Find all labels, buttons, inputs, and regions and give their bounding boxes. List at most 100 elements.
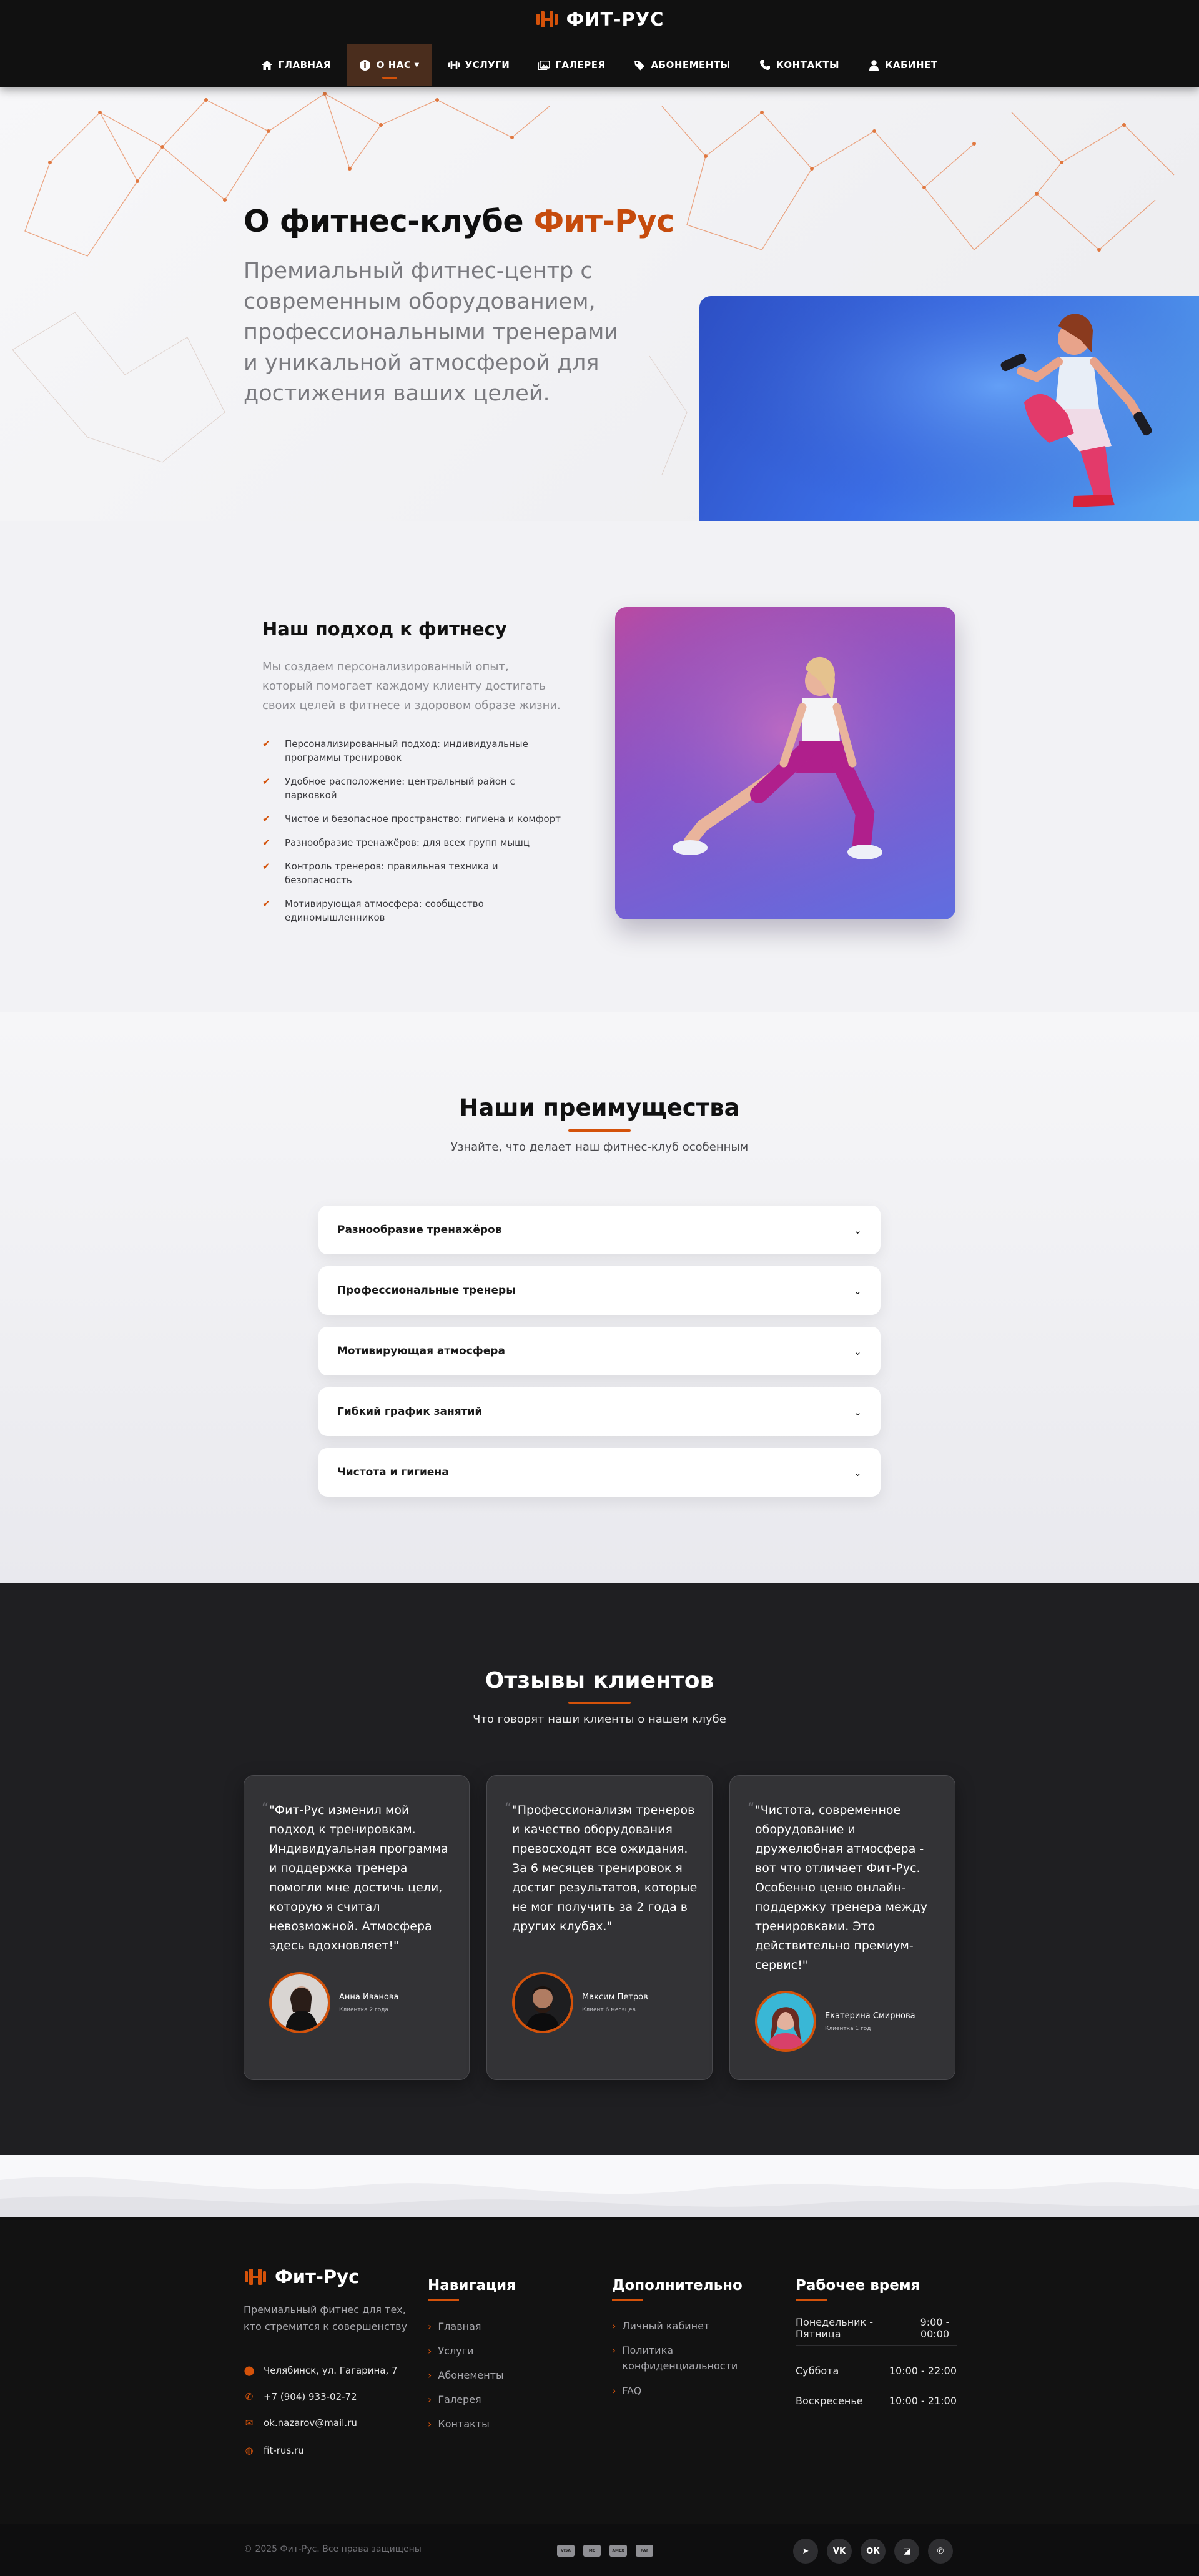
site-header: ФИТ-РУС ГЛАВНАЯ О НАС ▼ УСЛУГИ ГАЛЕРЕЯ А… xyxy=(0,0,1199,87)
home-icon xyxy=(262,59,273,71)
nav-item-contacts[interactable]: КОНТАКТЫ xyxy=(747,44,852,86)
footer-extra-title: Дополнительно xyxy=(612,2277,743,2294)
hours-row: Суббота 10:00 - 22:00 xyxy=(796,2365,957,2382)
title-underline xyxy=(568,1702,631,1704)
nav-item-about[interactable]: О НАС ▼ xyxy=(347,44,432,86)
contact-email[interactable]: ✉ ok.nazarov@mail.ru xyxy=(244,2417,357,2429)
review-text: "Фит-Рус изменил мой подход к тренировка… xyxy=(269,1803,448,1953)
nav-item-cabinet[interactable]: КАБИНЕТ xyxy=(856,44,950,86)
nav-item-gallery[interactable]: ГАЛЕРЕЯ xyxy=(526,44,618,86)
tag-icon xyxy=(634,59,646,71)
review-author: Анна Иванова Клиентка 2 года xyxy=(269,1972,398,2033)
page-title: О фитнес-клубе Фит-Рус xyxy=(244,204,674,239)
accordion-item[interactable]: Гибкий график занятий ⌄ xyxy=(318,1387,881,1436)
quote-icon: “ xyxy=(262,1801,269,1816)
avatar xyxy=(269,1972,330,2033)
about-hero: О фитнес-клубе Фит-Рус Премиальный фитне… xyxy=(0,87,1199,521)
review-author-name: Максим Петров xyxy=(582,1992,648,2002)
avatar xyxy=(755,1991,816,2052)
brand-accent-text: Фит-Рус xyxy=(533,204,675,239)
visa-icon: VISA xyxy=(557,2545,575,2557)
wave-divider xyxy=(0,2155,1199,2217)
list-item: ✔ Удобное расположение: центральный район… xyxy=(262,776,515,801)
nav-label: УСЛУГИ xyxy=(465,59,510,71)
list-item: ✔ Мотивирующая атмосфера: сообщество един… xyxy=(262,898,484,923)
chevron-down-icon: ⌄ xyxy=(853,1345,862,1357)
list-item: ✔ Разнообразие тренажёров: для всех групп… xyxy=(262,837,530,848)
chevron-right-icon: › xyxy=(612,2385,616,2397)
gallery-icon xyxy=(538,59,550,71)
footer-link-cabinet[interactable]: › Личный кабинет xyxy=(612,2318,709,2334)
approach-description: Мы создаем персонализированный опыт, кот… xyxy=(262,660,561,712)
amex-icon: AMEX xyxy=(609,2545,627,2557)
twitch-icon[interactable]: ◪ xyxy=(894,2539,919,2564)
caret-down-icon: ▼ xyxy=(414,61,420,69)
mail-icon: ✉ xyxy=(245,2417,254,2429)
nav-label: КОНТАКТЫ xyxy=(776,59,840,71)
footer-link-memberships[interactable]: › Абонементы xyxy=(428,2367,504,2383)
title-underline xyxy=(428,2299,459,2301)
accordion-item[interactable]: Разнообразие тренажёров ⌄ xyxy=(318,1206,881,1254)
review-author-meta: Клиентка 1 год xyxy=(825,2025,871,2032)
ok-icon[interactable]: ОК xyxy=(861,2539,886,2564)
chevron-right-icon: › xyxy=(428,2321,432,2332)
dumbbell-logo-icon xyxy=(536,11,558,27)
accordion-item[interactable]: Мотивирующая атмосфера ⌄ xyxy=(318,1327,881,1375)
site-logo[interactable]: ФИТ-РУС xyxy=(0,9,1199,30)
dumbbell-logo-icon xyxy=(245,2269,266,2285)
hours-row: Воскресенье 10:00 - 21:00 xyxy=(796,2395,957,2412)
nav-label: О НАС xyxy=(376,59,412,71)
telegram-icon[interactable]: ➤ xyxy=(793,2539,818,2564)
review-author-name: Екатерина Смирнова xyxy=(825,2011,915,2021)
list-item: ✔ Контроль тренеров: правильная техника и… xyxy=(262,861,498,886)
location-icon: ⬤ xyxy=(244,2365,255,2376)
footer-link-services[interactable]: › Услуги xyxy=(428,2343,473,2359)
reviews-title: Отзывы клиентов xyxy=(485,1668,714,1693)
review-author-meta: Клиент 6 месяцев xyxy=(582,2006,636,2013)
check-icon: ✔ xyxy=(262,861,270,872)
phone-icon xyxy=(759,59,771,71)
chevron-right-icon: › xyxy=(428,2345,432,2357)
chevron-right-icon: › xyxy=(612,2320,616,2332)
contact-address: ⬤ Челябинск, ул. Гагарина, 7 xyxy=(244,2365,398,2376)
hours-row: Понедельник - Пятница 9:00 - 00:00 xyxy=(796,2316,957,2346)
nav-item-services[interactable]: УСЛУГИ xyxy=(436,44,523,86)
nav-item-home[interactable]: ГЛАВНАЯ xyxy=(249,44,343,86)
accordion-item[interactable]: Профессиональные тренеры ⌄ xyxy=(318,1266,881,1315)
footer-logo[interactable]: Фит-Рус xyxy=(244,2266,359,2287)
contact-website[interactable]: ◍ fit-rus.ru xyxy=(244,2445,303,2456)
stretching-athlete-illustration xyxy=(615,607,955,919)
user-icon xyxy=(868,59,879,71)
review-card: “ "Фит-Рус изменил мой подход к трениров… xyxy=(244,1775,470,2080)
chevron-down-icon: ⌄ xyxy=(853,1466,862,1479)
review-author-name: Анна Иванова xyxy=(339,1992,399,2002)
footer-link-gallery[interactable]: › Галерея xyxy=(428,2392,481,2407)
contact-phone[interactable]: ✆ +7 (904) 933-02-72 xyxy=(244,2391,357,2402)
brand-name: ФИТ-РУС xyxy=(566,9,664,30)
footer-link-contacts[interactable]: › Контакты xyxy=(428,2416,490,2432)
check-icon: ✔ xyxy=(262,738,270,750)
approach-list: ✔ Персонализированный подход: индивидуаль… xyxy=(262,737,562,934)
quote-icon: “ xyxy=(505,1801,512,1816)
chevron-right-icon: › xyxy=(428,2369,432,2381)
chevron-down-icon: ⌄ xyxy=(853,1224,862,1236)
footer-link-faq[interactable]: › FAQ xyxy=(612,2383,641,2399)
chevron-down-icon: ⌄ xyxy=(853,1284,862,1297)
chevron-down-icon: ⌄ xyxy=(853,1405,862,1418)
title-underline xyxy=(796,2299,827,2301)
accordion-item[interactable]: Чистота и гигиена ⌄ xyxy=(318,1448,881,1497)
nav-label: АБОНЕМЕНТЫ xyxy=(651,59,731,71)
title-underline xyxy=(568,1129,631,1132)
footer-link-privacy[interactable]: › Политика конфиденциальности xyxy=(612,2342,756,2374)
phone-icon: ✆ xyxy=(245,2391,254,2402)
review-author: Екатерина Смирнова Клиентка 1 год xyxy=(755,1991,915,2052)
vk-icon[interactable]: VK xyxy=(827,2539,852,2564)
main-nav: ГЛАВНАЯ О НАС ▼ УСЛУГИ ГАЛЕРЕЯ АБОНЕМЕНТ… xyxy=(0,44,1199,86)
nav-item-memberships[interactable]: АБОНЕМЕНТЫ xyxy=(622,44,743,86)
approach-section xyxy=(0,521,1199,1012)
footer-link-home[interactable]: › Главная xyxy=(428,2319,481,2334)
nav-label: КАБИНЕТ xyxy=(885,59,938,71)
review-author: Максим Петров Клиент 6 месяцев xyxy=(512,1972,648,2033)
whatsapp-icon[interactable]: ✆ xyxy=(928,2539,953,2564)
apple-pay-icon: PAY xyxy=(636,2545,653,2557)
